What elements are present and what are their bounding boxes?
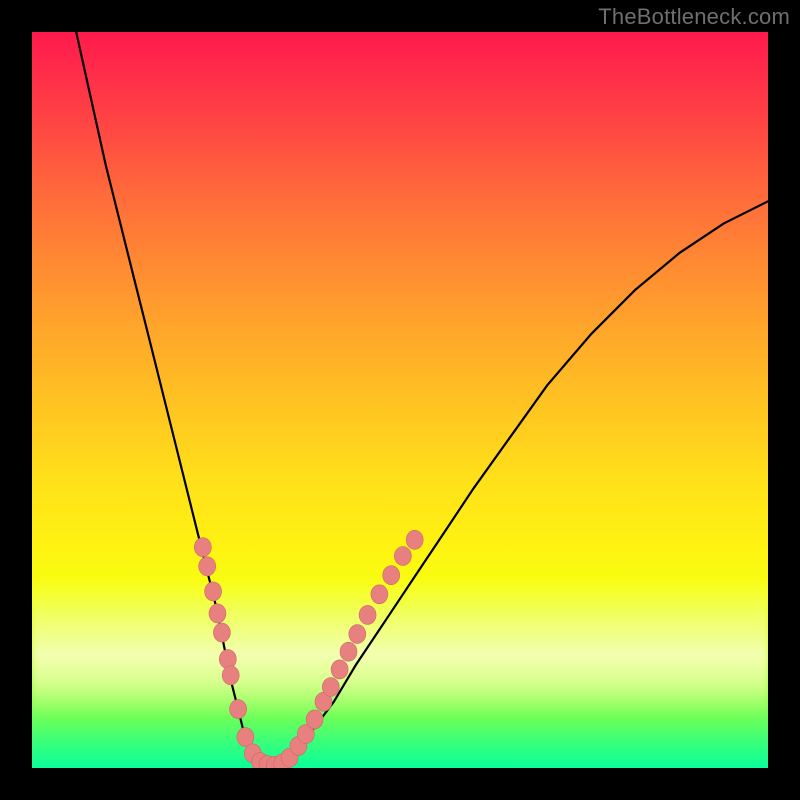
curve-layer	[32, 32, 768, 768]
curve-marker	[371, 585, 388, 604]
chart-frame: TheBottleneck.com	[0, 0, 800, 800]
curve-marker	[331, 660, 348, 679]
bottleneck-curve	[76, 32, 768, 768]
watermark-text: TheBottleneck.com	[598, 4, 790, 30]
curve-marker	[349, 625, 366, 644]
curve-marker	[205, 582, 222, 601]
curve-marker	[230, 700, 247, 719]
curve-marker	[394, 547, 411, 566]
curve-marker	[406, 530, 423, 549]
curve-marker	[383, 566, 400, 585]
curve-marker	[209, 604, 226, 623]
curve-marker	[222, 666, 239, 685]
plot-area	[32, 32, 768, 768]
curve-marker	[194, 538, 211, 557]
curve-marker	[199, 557, 216, 576]
curve-marker	[213, 623, 230, 642]
curve-marker	[306, 710, 323, 729]
curve-marker	[322, 678, 339, 697]
marker-layer	[194, 530, 423, 768]
curve-marker	[340, 642, 357, 661]
curve-marker	[219, 650, 236, 669]
curve-marker	[359, 605, 376, 624]
